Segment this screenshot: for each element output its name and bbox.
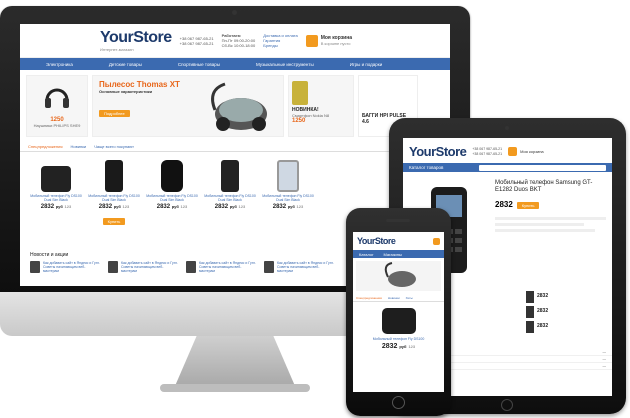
- news-item[interactable]: Как добавить сайт в Яндекс и Гугл. Совет…: [264, 261, 334, 273]
- devices-composition: YourStore Интернет-магазин +38 067 987-6…: [0, 0, 630, 418]
- imac-stand: [175, 336, 295, 386]
- vacuum-more-button[interactable]: Подробнее: [99, 110, 130, 117]
- news-item[interactable]: Как добавить сайт в Яндекс и Гугл. Совет…: [186, 261, 256, 273]
- cart-icon: [305, 34, 318, 47]
- phone-banner[interactable]: [356, 261, 441, 291]
- promo-banners: 1250 Наушники PHILIPS SHE9 Пылесос Thoma…: [20, 70, 450, 142]
- store-logo[interactable]: YourStore: [357, 236, 396, 246]
- tab-special[interactable]: Спецпредложения: [28, 144, 63, 149]
- headphones-icon: [45, 88, 69, 108]
- camera-icon: [41, 166, 71, 192]
- related-products: 2832 2832 2832: [526, 288, 606, 336]
- banner-phone[interactable]: НОВИНКА! Смартфон Nokia N8 1250: [288, 75, 354, 137]
- nav-music[interactable]: Музыкальные инструменты: [256, 62, 314, 67]
- tab-popular[interactable]: Чаще всего покупают: [94, 144, 134, 149]
- phone-screen: YourStore Каталог Магазины Спецпредложен…: [353, 232, 444, 392]
- store-logo[interactable]: YourStore Интернет-магазин: [100, 29, 172, 52]
- tab-new[interactable]: Новинки: [71, 144, 87, 149]
- tab-new[interactable]: Новинки: [388, 296, 400, 300]
- phone-icon: [292, 81, 308, 105]
- phone-icon: [105, 160, 123, 192]
- banner-vacuum[interactable]: Пылесос Thomas XT Основные характеристик…: [92, 75, 284, 137]
- cart-widget[interactable]: Моя корзина: [508, 147, 544, 156]
- phone-menu-catalog[interactable]: Каталог: [359, 252, 374, 257]
- store-logo[interactable]: YourStore: [409, 144, 467, 159]
- news-item[interactable]: Как добавить сайт в Яндекс и Гугл. Совет…: [108, 261, 178, 273]
- product-title: Мобильный телефон Samsung GT-E1282 Duos …: [495, 180, 593, 193]
- vacuum-icon: [211, 82, 267, 131]
- tablet-header: YourStore +38 067 987-65-21 +38 067 987-6…: [409, 144, 544, 159]
- camera-icon: [381, 308, 416, 334]
- buy-button[interactable]: Купить: [516, 202, 540, 209]
- phone-product[interactable]: Мобильный телефон Fly DS100 2832 руб 123: [353, 302, 444, 350]
- product-card[interactable]: Мобильный телефон Fly DS100 Dual Sim Blac…: [88, 158, 140, 246]
- nav-sport[interactable]: Спортивные товары: [178, 62, 220, 67]
- banner-headphones[interactable]: 1250 Наушники PHILIPS SHE9: [26, 75, 88, 137]
- vacuum-icon: [384, 262, 416, 287]
- header-hours: Работаем Пн-Пт 09:00-20:00 Сб-Вс 10:00-1…: [221, 33, 256, 48]
- catalog-menu[interactable]: Каталог товаров: [409, 165, 443, 170]
- main-nav: Электроника Детские товары Спортивные то…: [20, 58, 450, 70]
- product-card[interactable]: Мобильный телефон Fly DS100 Dual Sim Blac…: [262, 158, 314, 246]
- tablet-icon: [277, 160, 299, 192]
- product-tabs: Спецпредложения Новинки Чаще всего покуп…: [20, 142, 450, 152]
- tablet-nav: Каталог товаров: [403, 163, 612, 172]
- lens-icon: [161, 160, 183, 192]
- speaker-icon: [386, 219, 410, 222]
- buy-button[interactable]: Купить: [102, 218, 126, 225]
- news-thumb-icon: [264, 261, 274, 273]
- product-card[interactable]: Мобильный телефон Fly DS100 Dual Sim Blac…: [204, 158, 256, 246]
- phone-header: YourStore: [353, 232, 444, 250]
- news-item[interactable]: Как добавить сайт в Яндекс и Гугл. Совет…: [30, 261, 100, 273]
- camera-icon: [232, 10, 237, 15]
- iphone-device: YourStore Каталог Магазины Спецпредложен…: [346, 208, 451, 416]
- nav-electronics[interactable]: Электроника: [46, 62, 73, 67]
- phone-nav: Каталог Магазины: [353, 250, 444, 258]
- header-phones: +38 067 987-65-21 +38 067 987-65-21: [179, 35, 214, 46]
- speaker-icon: [221, 160, 239, 192]
- product-card[interactable]: Мобильный телефон Fly DS100 Dual Sim Blac…: [146, 158, 198, 246]
- nav-kids[interactable]: Детские товары: [109, 62, 142, 67]
- cart-icon[interactable]: [433, 237, 440, 245]
- cart-widget[interactable]: Моя корзина В корзине пусто: [305, 34, 352, 47]
- phone-tabs: Спецпредложения Новинки Хиты: [353, 294, 444, 302]
- header-links: Доставка и оплата Гарантия Бренды: [263, 33, 298, 48]
- nav-games[interactable]: Игры и подарки: [350, 62, 383, 67]
- camera-icon: [505, 126, 509, 130]
- home-button[interactable]: [392, 396, 405, 409]
- site-header: YourStore Интернет-магазин +38 067 987-6…: [20, 24, 450, 58]
- imac-foot: [160, 384, 310, 392]
- product-price: 2832: [495, 200, 513, 209]
- phone-menu-shops[interactable]: Магазины: [384, 252, 402, 257]
- search-input[interactable]: [479, 164, 606, 171]
- news-thumb-icon: [30, 261, 40, 273]
- link-brands[interactable]: Бренды: [263, 43, 298, 48]
- tab-special[interactable]: Спецпредложения: [356, 296, 382, 300]
- home-button[interactable]: [501, 399, 513, 411]
- news-thumb-icon: [108, 261, 118, 273]
- tab-hits[interactable]: Хиты: [406, 296, 413, 300]
- news-thumb-icon: [186, 261, 196, 273]
- product-card[interactable]: Мобильный телефон Fly DS100 Dual Sim Blac…: [30, 158, 82, 246]
- cart-icon: [508, 147, 518, 156]
